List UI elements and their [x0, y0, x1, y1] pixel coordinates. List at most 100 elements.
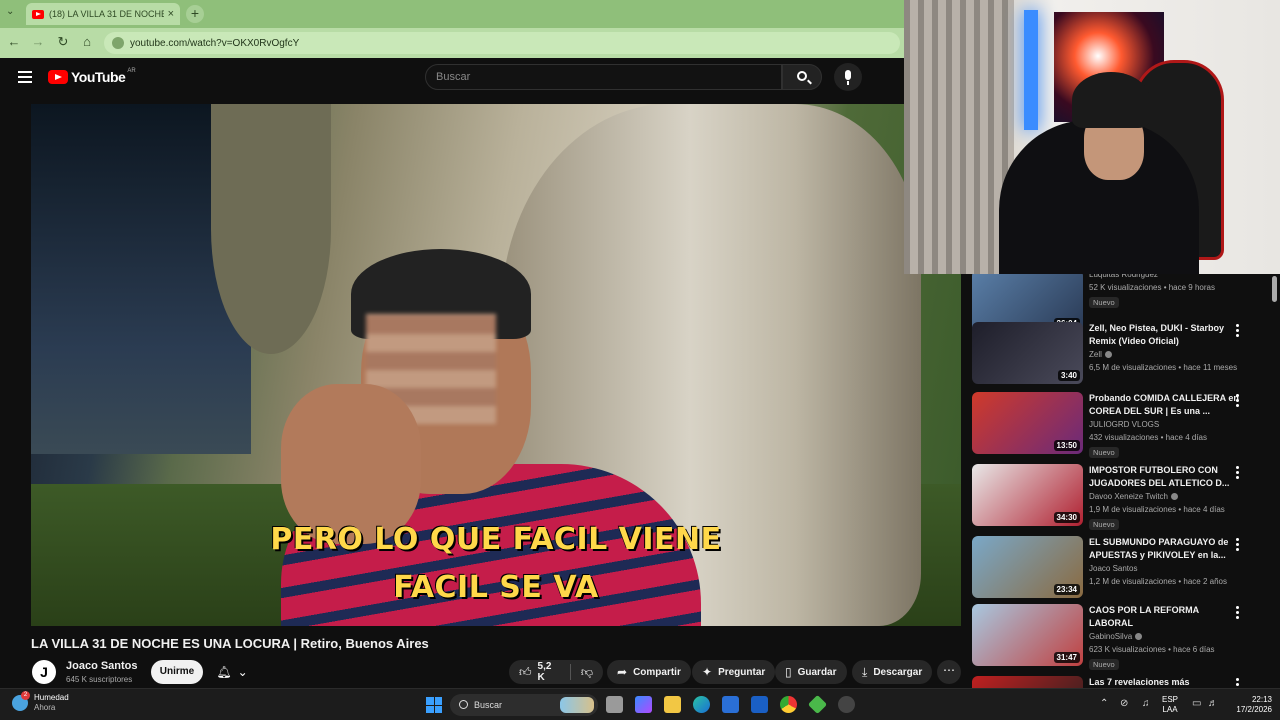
- taskbar-search[interactable]: Buscar: [450, 694, 598, 716]
- download-button[interactable]: ⤓ Descargar: [852, 660, 933, 684]
- save-button[interactable]: ▯ Guardar: [775, 660, 847, 684]
- video-player[interactable]: PERO LO QUE FACIL VIENE FACIL SE VA: [31, 104, 961, 626]
- share-button[interactable]: ➦ Compartir: [607, 660, 691, 684]
- channel-name[interactable]: Joaco Santos: [66, 660, 138, 672]
- video-thumbnail[interactable]: 13:50: [972, 392, 1083, 454]
- mail-icon[interactable]: [751, 696, 768, 713]
- subtitle-line-1: PERO LO QUE FACIL VIENE: [270, 522, 722, 557]
- video-duration: 31:47: [1053, 652, 1080, 663]
- recommendation-item[interactable]: Las 7 revelaciones más: [972, 676, 1272, 688]
- video-duration: 34:30: [1053, 512, 1080, 523]
- recommendation-channel[interactable]: Zell: [1089, 350, 1112, 359]
- screen: ⌄ (18) LA VILLA 31 DE NOCHE ES × + ← → ↻…: [0, 0, 1280, 720]
- new-badge: Nuevo: [1089, 297, 1119, 308]
- like-icon[interactable]: 👍︎: [519, 665, 532, 680]
- more-options-icon[interactable]: [1236, 466, 1240, 480]
- join-button[interactable]: Unirme: [151, 660, 203, 684]
- weather-title: Humedad: [34, 693, 69, 702]
- clock-time: 22:13: [1251, 695, 1272, 704]
- subscriber-count: 645 K suscriptores: [66, 675, 133, 684]
- youtube-header: YouTube AR Buscar: [0, 58, 904, 104]
- recommendation-item[interactable]: 3:40 Zell, Neo Pistea, DUKI - Starboy Rem…: [972, 322, 1272, 388]
- network-off-icon[interactable]: ⊘: [1120, 698, 1128, 709]
- site-info-icon[interactable]: [112, 37, 124, 49]
- recommendations-scrollbar[interactable]: [1272, 276, 1277, 302]
- search-button[interactable]: [782, 64, 822, 90]
- task-view-icon[interactable]: [606, 696, 623, 713]
- weather-widget[interactable]: Humedad Ahora: [12, 691, 69, 713]
- video-thumbnail[interactable]: 23:34: [972, 536, 1083, 598]
- new-badge: Nuevo: [1089, 519, 1119, 530]
- dislike-icon[interactable]: 👎︎: [581, 665, 593, 680]
- more-actions-button[interactable]: ⋯: [937, 660, 961, 684]
- obs-icon[interactable]: [838, 696, 855, 713]
- reload-icon[interactable]: ↻: [55, 34, 71, 50]
- recommendation-title[interactable]: CAOS POR LA REFORMA LABORAL: [1089, 604, 1239, 630]
- recommendation-title[interactable]: IMPOSTOR FUTBOLERO CON JUGADORES DEL ATL…: [1089, 464, 1239, 490]
- youtube-logo[interactable]: YouTube AR: [48, 68, 136, 85]
- recommendation-item[interactable]: 23:34 EL SUBMUNDO PARAGUAYO de APUESTAS y…: [972, 536, 1272, 602]
- recommendation-channel[interactable]: GabinoSilva: [1089, 632, 1143, 641]
- video-duration: 13:50: [1053, 440, 1080, 451]
- home-icon[interactable]: ⌂: [79, 34, 95, 49]
- start-button[interactable]: [426, 697, 442, 713]
- search-input[interactable]: Buscar: [425, 64, 782, 90]
- notifications-button[interactable]: 🔔︎ ⌄: [210, 660, 254, 684]
- recommendation-channel[interactable]: Joaco Santos: [1089, 564, 1137, 573]
- channel-label: Joaco Santos: [1089, 564, 1138, 573]
- recommendation-title[interactable]: EL SUBMUNDO PARAGUAYO de APUESTAS y PIKI…: [1089, 536, 1239, 562]
- verified-icon: [1104, 351, 1112, 358]
- new-tab-button[interactable]: +: [186, 5, 204, 23]
- recommendation-item[interactable]: 31:47 CAOS POR LA REFORMA LABORAL GabinoSi…: [972, 604, 1272, 670]
- forward-icon[interactable]: →: [30, 34, 46, 49]
- address-bar[interactable]: youtube.com/watch?v=OKX0RvOgfcY: [104, 32, 900, 54]
- tab-menu-icon[interactable]: ⌄: [6, 6, 14, 17]
- recommendation-title[interactable]: Zell, Neo Pistea, DUKI - Starboy Remix (…: [1089, 322, 1239, 348]
- recommendation-item[interactable]: 13:50 Probando COMIDA CALLEJERA en COREA …: [972, 392, 1272, 458]
- more-options-icon[interactable]: [1236, 324, 1240, 338]
- video-thumbnail[interactable]: 31:47: [972, 604, 1083, 666]
- sparkle-icon: ✦: [702, 665, 713, 679]
- file-explorer-icon[interactable]: [664, 696, 681, 713]
- game-app-icon[interactable]: [807, 694, 828, 715]
- video-thumbnail[interactable]: 3:40: [972, 322, 1083, 384]
- recommendation-channel[interactable]: Davoo Xeneize Twitch: [1089, 492, 1179, 501]
- microphone-icon[interactable]: ♫: [1142, 698, 1150, 709]
- channel-label: Zell: [1089, 350, 1102, 359]
- bell-icon: 🔔︎: [216, 665, 232, 679]
- menu-icon[interactable]: [18, 71, 32, 83]
- clock[interactable]: 22:13 17/2/2026: [1222, 695, 1272, 715]
- url-text: youtube.com/watch?v=OKX0RvOgfcY: [130, 37, 300, 49]
- edge-icon[interactable]: [693, 696, 710, 713]
- close-tab-icon[interactable]: ×: [168, 8, 174, 20]
- more-options-icon[interactable]: [1236, 394, 1240, 408]
- video-thumbnail[interactable]: [972, 676, 1083, 688]
- more-options-icon[interactable]: [1236, 678, 1240, 688]
- more-options-icon[interactable]: [1236, 606, 1240, 620]
- share-label: Compartir: [633, 666, 681, 678]
- weather-icon: [12, 691, 30, 711]
- tray-overflow-icon[interactable]: ⌃: [1100, 698, 1108, 709]
- ask-button[interactable]: ✦ Preguntar: [692, 660, 776, 684]
- recommendation-title[interactable]: Probando COMIDA CALLEJERA en COREA DEL S…: [1089, 392, 1239, 418]
- language-indicator[interactable]: ESP LAA: [1162, 695, 1178, 715]
- recommendation-meta: 1,2 M de visualizaciones • hace 2 años: [1089, 577, 1227, 586]
- like-count[interactable]: 5,2 K: [538, 661, 560, 683]
- display-icon[interactable]: ▭: [1192, 698, 1201, 709]
- channel-avatar[interactable]: J: [32, 660, 56, 684]
- recommendation-channel[interactable]: JULIOGRD VLOGS: [1089, 420, 1159, 429]
- volume-icon[interactable]: ♬: [1208, 698, 1218, 709]
- browser-tab[interactable]: (18) LA VILLA 31 DE NOCHE ES ×: [26, 3, 180, 25]
- back-icon[interactable]: ←: [6, 34, 22, 49]
- chrome-icon[interactable]: [780, 696, 797, 713]
- more-options-icon[interactable]: [1236, 538, 1240, 552]
- recommendation-channel[interactable]: Luquitas Rodriguez: [1089, 274, 1158, 279]
- logo-text: YouTube: [71, 69, 126, 85]
- recommendation-meta: 6,5 M de visualizaciones • hace 11 meses: [1089, 363, 1238, 372]
- recommendation-title[interactable]: Las 7 revelaciones más: [1089, 676, 1239, 688]
- voice-search-button[interactable]: [834, 63, 862, 91]
- store-icon[interactable]: [722, 696, 739, 713]
- recommendation-item[interactable]: 34:30 IMPOSTOR FUTBOLERO CON JUGADORES DE…: [972, 464, 1272, 530]
- video-thumbnail[interactable]: 34:30: [972, 464, 1083, 526]
- widgets-app-icon[interactable]: [635, 696, 652, 713]
